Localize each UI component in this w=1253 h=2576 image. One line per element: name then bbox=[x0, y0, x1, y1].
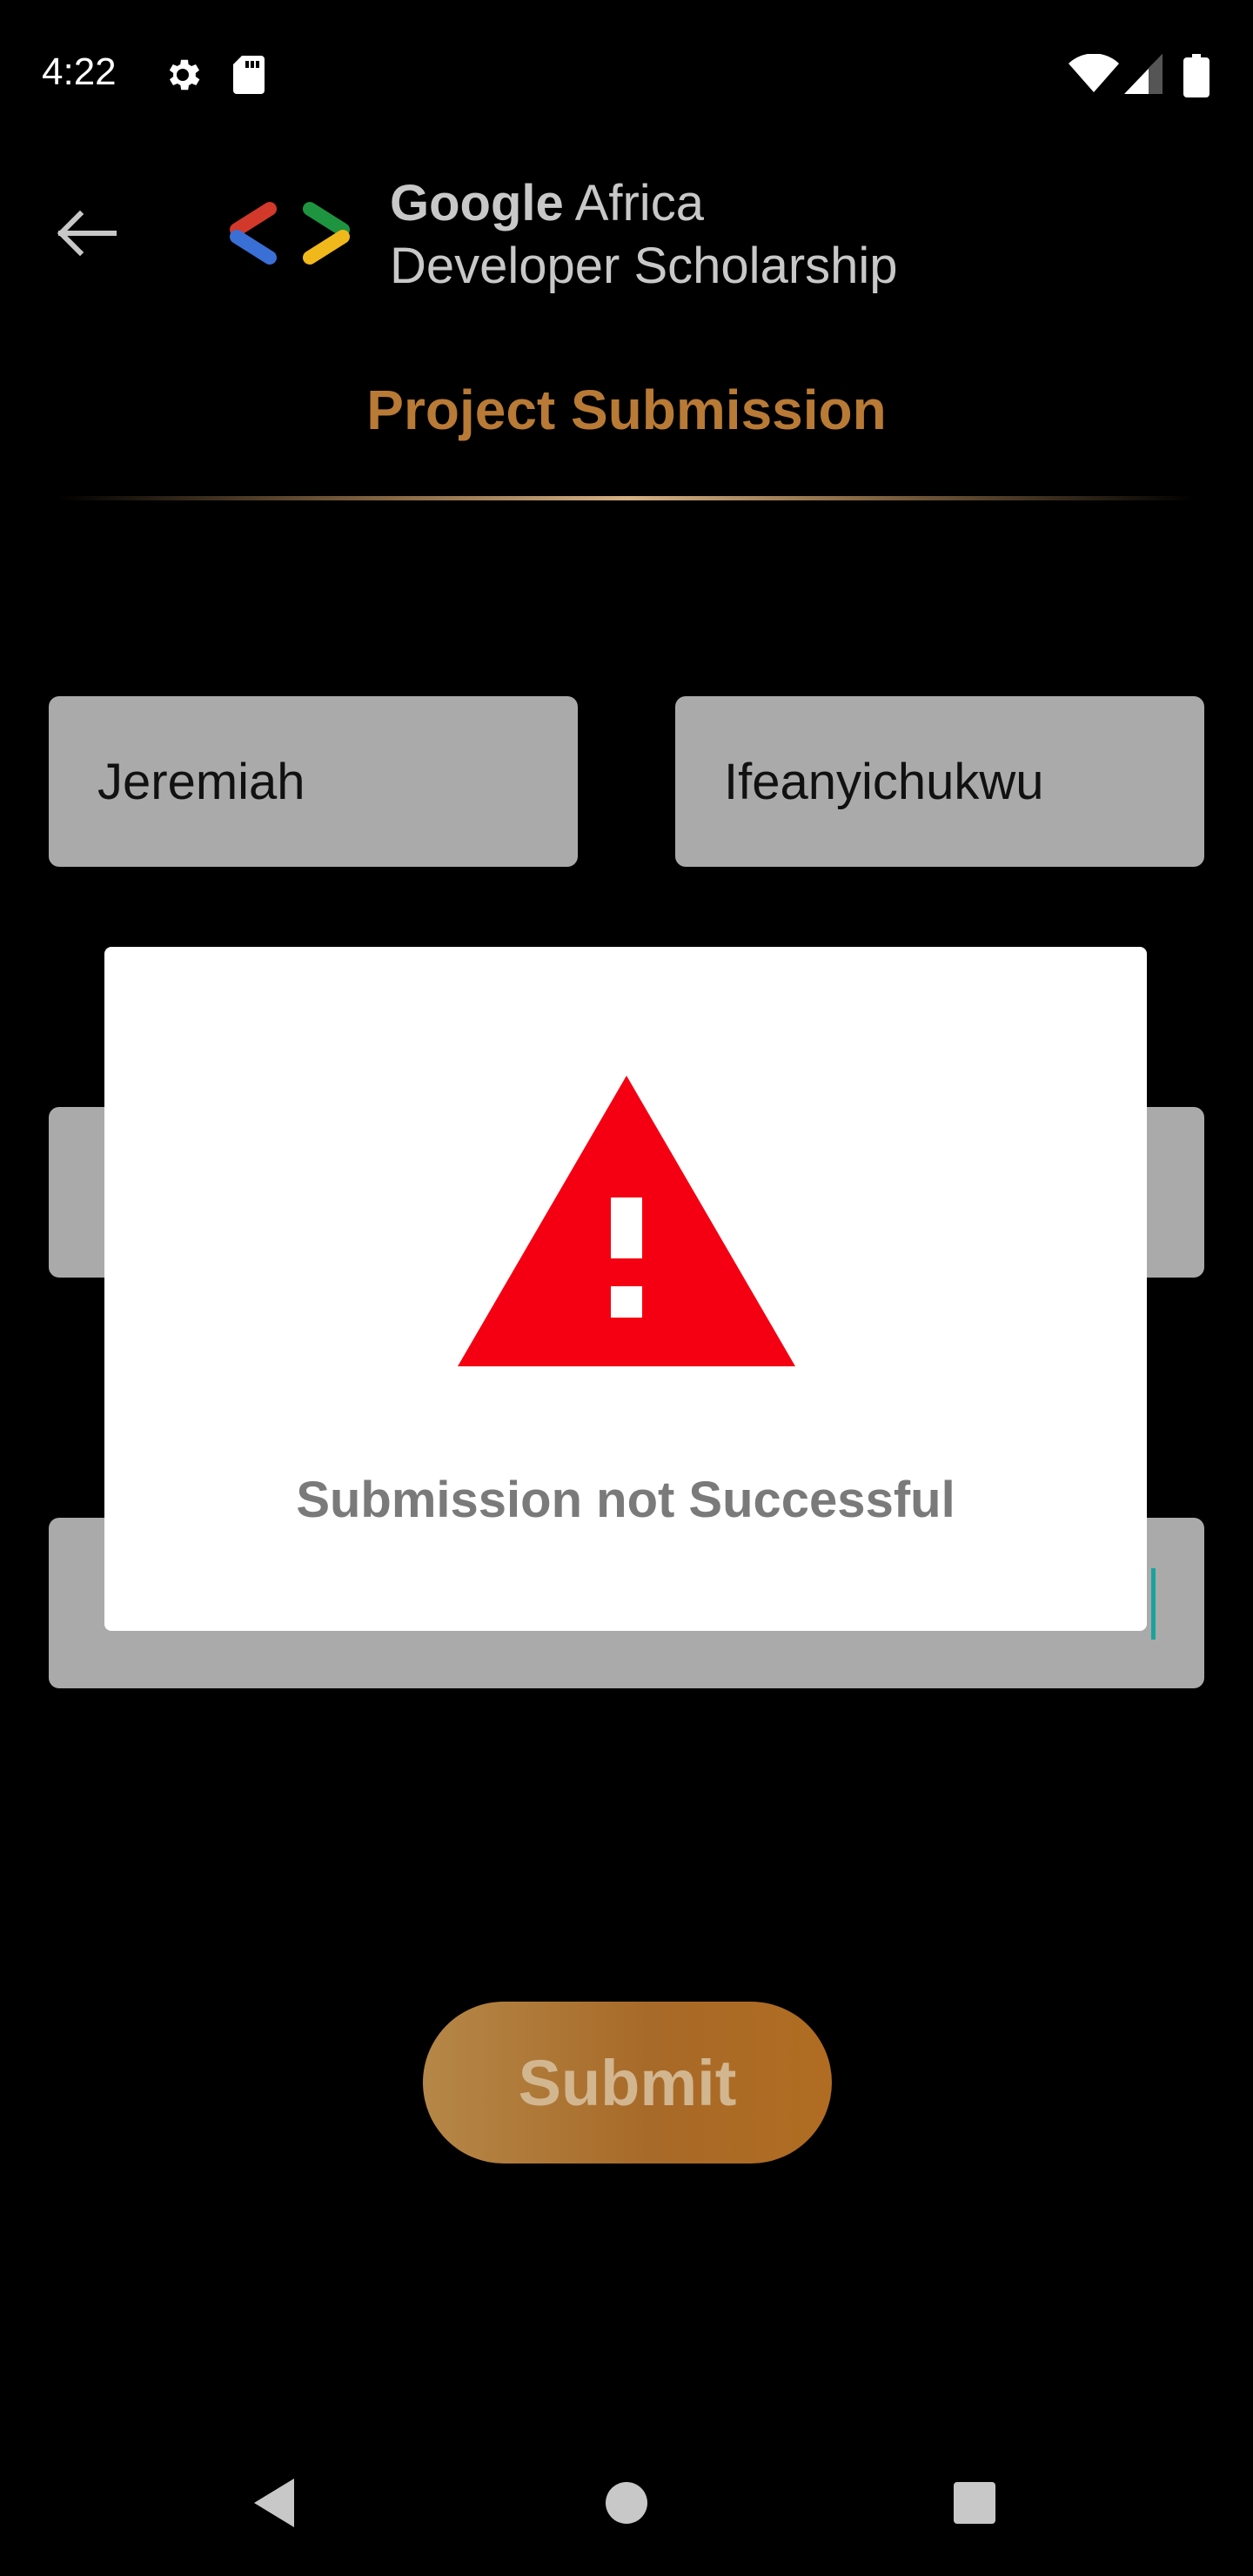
first-name-input[interactable]: Jeremiah bbox=[49, 696, 578, 867]
nav-back-icon[interactable] bbox=[251, 2475, 298, 2531]
wifi-icon bbox=[1069, 54, 1119, 92]
page-title: Project Submission bbox=[366, 379, 887, 441]
last-name-input[interactable]: Ifeanyichukwu bbox=[675, 696, 1204, 867]
signal-icon bbox=[1124, 54, 1163, 94]
warning-icon bbox=[458, 1076, 795, 1366]
nav-home-icon[interactable] bbox=[604, 2480, 649, 2526]
sd-card-icon bbox=[233, 56, 265, 94]
gear-icon bbox=[169, 59, 200, 91]
brand-subtitle: Developer Scholarship bbox=[390, 238, 898, 294]
brand-title: Google Africa bbox=[390, 175, 704, 231]
gads-logo-icon bbox=[230, 202, 350, 265]
battery-icon bbox=[1183, 54, 1209, 97]
back-arrow-icon[interactable] bbox=[54, 207, 117, 259]
status-time: 4:22 bbox=[42, 50, 117, 93]
submit-button[interactable]: Submit bbox=[423, 2002, 832, 2163]
nav-recents-icon[interactable] bbox=[952, 2480, 997, 2526]
title-divider bbox=[57, 496, 1196, 500]
dialog-message: Submission not Successful bbox=[296, 1472, 955, 1528]
text-cursor bbox=[1151, 1568, 1156, 1640]
